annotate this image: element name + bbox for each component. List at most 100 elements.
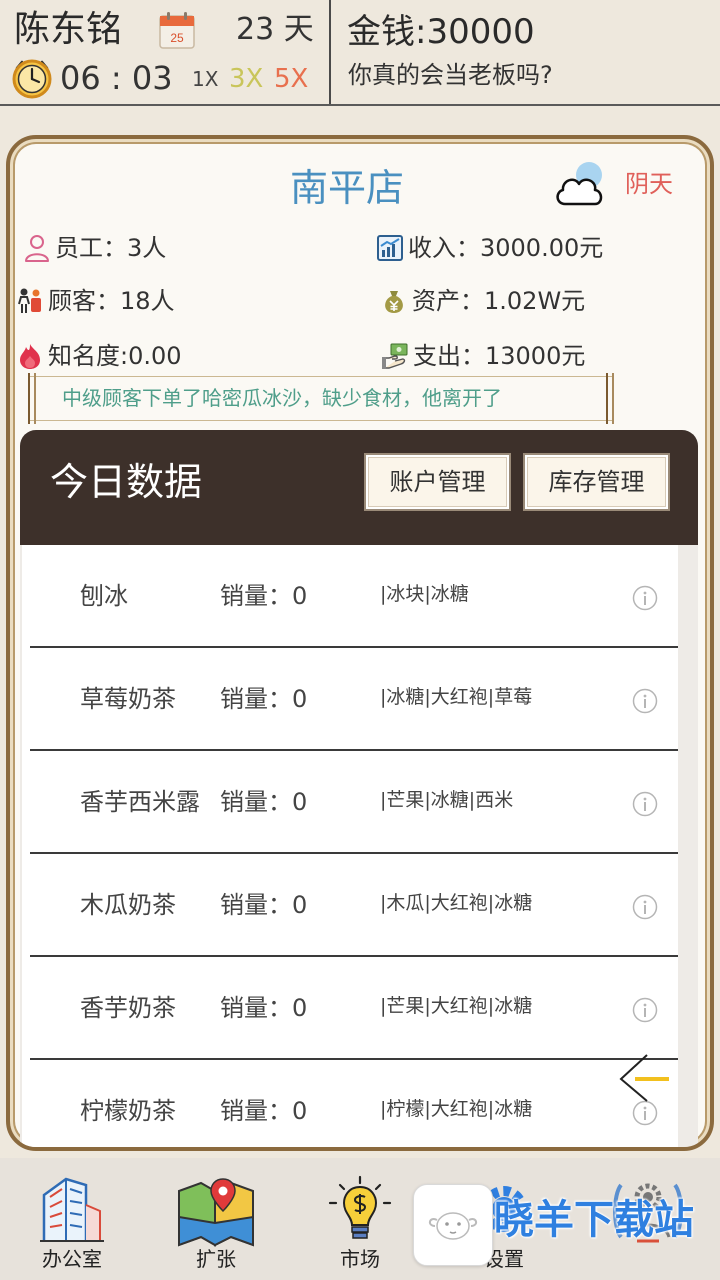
calendar-icon: 25 <box>158 10 196 50</box>
stat-expense: 支出：13000元 <box>381 341 585 371</box>
stat-value: 18人 <box>120 287 175 315</box>
stat-text: 资产：1.02W元 <box>412 286 585 316</box>
stat-label: 顾客： <box>48 287 120 315</box>
sales-value: 0 <box>292 788 308 816</box>
sales-value: 0 <box>292 994 308 1022</box>
stat-label: 收入： <box>408 234 480 262</box>
stat-employees: 员工：3人 <box>23 233 166 263</box>
info-icon[interactable] <box>632 791 658 817</box>
speed-3x-button[interactable]: 3X <box>229 62 263 96</box>
info-icon[interactable] <box>632 997 658 1023</box>
account-management-button[interactable]: 账户管理 <box>364 453 511 511</box>
stat-text: 知名度:0.00 <box>48 341 182 371</box>
stat-value: 0.00 <box>128 342 182 370</box>
info-icon[interactable] <box>632 688 658 714</box>
info-icon[interactable] <box>632 585 658 611</box>
event-message-banner: 中级顾客下单了哈密瓜冰沙，缺少食材，他离开了 <box>28 373 614 424</box>
sales-value: 0 <box>292 582 308 610</box>
speed-1x-button[interactable]: 1X <box>192 62 218 96</box>
cloudy-icon <box>553 158 607 210</box>
banner-left-bar <box>28 373 36 424</box>
product-ingredients: |木瓜|大红袍|冰糖 <box>380 892 533 914</box>
product-row[interactable]: 草莓奶茶 销量：0 |冰糖|大红袍|草莓 <box>22 648 678 751</box>
stat-value: 3人 <box>127 234 167 262</box>
product-row[interactable]: 刨冰 销量：0 |冰块|冰糖 <box>22 545 678 648</box>
sales-label: 销量： <box>220 1097 292 1125</box>
sales-value: 0 <box>292 685 308 713</box>
product-name: 草莓奶茶 <box>80 685 176 713</box>
sales-label: 销量： <box>220 685 292 713</box>
sales-label: 销量： <box>220 582 292 610</box>
lightbulb-icon <box>288 1174 432 1248</box>
product-sales: 销量：0 <box>220 751 307 854</box>
store-panel: 南平店 阴天 员工：3人 收入：3000.00元 顾客：18人 资产：1.02W… <box>6 135 714 1151</box>
back-arrow-icon[interactable] <box>617 1053 671 1103</box>
product-name: 柠檬奶茶 <box>80 1097 176 1125</box>
player-name: 陈东铭 <box>14 9 123 50</box>
stat-income: 收入：3000.00元 <box>376 233 603 263</box>
banner-right-bar <box>606 373 614 424</box>
speed-5x-button[interactable]: 5X <box>274 62 308 96</box>
product-name: 刨冰 <box>80 582 128 610</box>
product-row[interactable]: 香芋奶茶 销量：0 |芒果|大红袍|冰糖 <box>22 957 678 1060</box>
nav-item-market[interactable]: 市场 <box>288 1158 432 1280</box>
store-name: 南平店 <box>290 166 405 210</box>
product-ingredients: |冰糖|大红袍|草莓 <box>380 686 533 708</box>
product-name: 木瓜奶茶 <box>80 891 176 919</box>
product-sales: 销量：0 <box>220 545 307 648</box>
product-row[interactable]: 木瓜奶茶 销量：0 |木瓜|大红袍|冰糖 <box>22 854 678 957</box>
sales-value: 0 <box>292 1097 308 1125</box>
sales-label: 销量： <box>220 788 292 816</box>
product-ingredients: |冰块|冰糖 <box>380 583 469 605</box>
nav-item-office[interactable]: 办公室 <box>0 1158 144 1280</box>
stat-label: 支出： <box>413 342 485 370</box>
stat-label: 知名度: <box>48 342 129 370</box>
stat-fame: 知名度:0.00 <box>16 341 182 371</box>
nav-item-expand[interactable]: 扩张 <box>144 1158 288 1280</box>
stat-text: 支出：13000元 <box>413 341 585 371</box>
product-name: 香芋西米露 <box>80 788 200 816</box>
product-sales-list[interactable]: 刨冰 销量：0 |冰块|冰糖 草莓奶茶 销量：0 |冰糖|大红袍|草莓 香芋西米… <box>22 545 678 1147</box>
day-counter: 23 天 <box>236 12 314 47</box>
income-chart-icon <box>376 233 404 263</box>
nav-label: 办公室 <box>42 1247 102 1271</box>
stat-text: 顾客：18人 <box>48 286 175 316</box>
calendar-date-number: 25 <box>170 31 184 45</box>
stat-label: 员工： <box>55 234 127 262</box>
weather-label: 阴天 <box>625 170 673 198</box>
employee-icon <box>23 233 51 263</box>
inventory-management-button[interactable]: 库存管理 <box>523 453 670 511</box>
header-bottom-line <box>0 104 720 106</box>
nav-label: 扩张 <box>196 1247 236 1271</box>
info-icon[interactable] <box>632 894 658 920</box>
stat-label: 资产： <box>412 287 484 315</box>
event-message-text: 中级顾客下单了哈密瓜冰沙，缺少食材，他离开了 <box>62 386 502 410</box>
today-data-header: 今日数据 账户管理 库存管理 <box>20 430 698 545</box>
product-sales: 销量：0 <box>220 1060 308 1147</box>
sales-label: 销量： <box>220 994 292 1022</box>
office-building-icon <box>0 1174 144 1248</box>
today-data-section: 今日数据 账户管理 库存管理 刨冰 销量：0 |冰块|冰糖 草莓奶茶 销量：0 … <box>20 430 698 1147</box>
stat-customers: 顾客：18人 <box>16 286 175 316</box>
expense-hand-icon <box>381 341 409 371</box>
money-bag-icon <box>380 286 408 316</box>
product-sales: 销量：0 <box>220 854 307 957</box>
sales-value: 0 <box>292 891 308 919</box>
money-display: 金钱:30000 <box>347 12 535 52</box>
stat-text: 收入：3000.00元 <box>408 233 603 263</box>
product-row[interactable]: 柠檬奶茶 销量：0 |柠檬|大红袍|冰糖 <box>22 1060 678 1147</box>
info-icon[interactable] <box>632 1100 658 1126</box>
top-header: 陈东铭 25 23 天 06 : 03 1X 3X 5X 金钱:30000 你真… <box>0 0 720 104</box>
sheep-icon <box>413 1184 493 1266</box>
today-data-title: 今日数据 <box>50 460 203 504</box>
stat-assets: 资产：1.02W元 <box>380 286 585 316</box>
product-row[interactable]: 香芋西米露 销量：0 |芒果|冰糖|西米 <box>22 751 678 854</box>
product-ingredients: |柠檬|大红袍|冰糖 <box>380 1098 533 1120</box>
stat-value: 1.02W元 <box>484 287 586 315</box>
customers-icon <box>16 286 44 316</box>
nav-label: 市场 <box>340 1247 380 1271</box>
slogan-text: 你真的会当老板吗? <box>348 61 553 89</box>
stat-value: 3000.00元 <box>480 234 604 262</box>
product-sales: 销量：0 <box>220 648 307 751</box>
stat-value: 13000元 <box>485 342 586 370</box>
